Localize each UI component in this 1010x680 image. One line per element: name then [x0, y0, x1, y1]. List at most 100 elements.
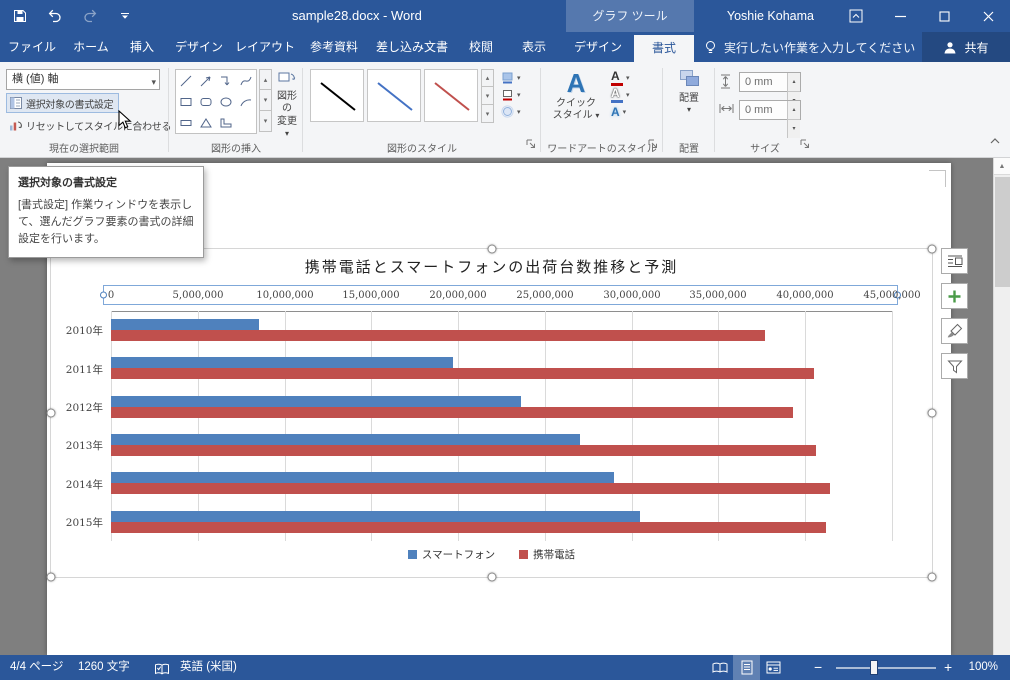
category-label[interactable]: 2010年: [51, 323, 103, 338]
tab-insert[interactable]: 挿入: [118, 32, 166, 62]
tab-design[interactable]: デザイン: [168, 32, 230, 62]
axis-tick-label[interactable]: 45,000,000: [863, 290, 920, 301]
spinner-up-icon[interactable]: ▴: [787, 73, 800, 91]
shape-rectangle-icon[interactable]: [179, 95, 193, 109]
value-axis-line[interactable]: [111, 311, 893, 312]
zoom-slider-thumb[interactable]: [870, 660, 878, 675]
chart-selection-handle[interactable]: [927, 408, 937, 418]
shape-arc-icon[interactable]: [239, 95, 253, 109]
tab-chart-design[interactable]: デザイン: [566, 32, 630, 62]
format-selection-button[interactable]: 選択対象の書式設定: [6, 93, 120, 113]
dialog-launcher-button[interactable]: [800, 136, 810, 154]
vertical-scrollbar[interactable]: ▲: [993, 158, 1010, 655]
gallery-more-icon[interactable]: ▾: [259, 111, 272, 132]
bar-スマートフォン[interactable]: [111, 472, 614, 483]
zoom-in-button[interactable]: +: [944, 655, 952, 680]
bar-スマートフォン[interactable]: [111, 319, 259, 330]
bar-スマートフォン[interactable]: [111, 511, 640, 522]
redo-button[interactable]: [80, 5, 100, 27]
shape-curve-icon[interactable]: [239, 74, 253, 88]
share-button[interactable]: 共有: [922, 32, 1010, 62]
spinner-up-icon[interactable]: ▴: [787, 101, 800, 119]
undo-button[interactable]: [45, 5, 65, 27]
shape-rounded-rectangle-icon[interactable]: [199, 95, 213, 109]
user-name[interactable]: Yoshie Kohama: [707, 9, 834, 23]
dialog-launcher-button[interactable]: [526, 136, 536, 154]
bar-携帯電話[interactable]: [111, 330, 765, 341]
axis-tick-label[interactable]: 0: [108, 290, 114, 301]
chart-selection-handle[interactable]: [46, 572, 56, 582]
shape-line-icon[interactable]: [179, 74, 193, 88]
axis-tick-label[interactable]: 35,000,000: [689, 290, 746, 301]
maximize-button[interactable]: [922, 0, 966, 32]
layout-options-button[interactable]: [941, 248, 968, 274]
tab-file[interactable]: ファイル: [2, 32, 62, 62]
chart-legend[interactable]: スマートフォン 携帯電話: [51, 547, 932, 562]
close-button[interactable]: [966, 0, 1010, 32]
axis-tick-label[interactable]: 5,000,000: [173, 290, 224, 301]
tab-layout[interactable]: レイアウト: [232, 32, 298, 62]
proofing-status-icon[interactable]: [154, 661, 170, 680]
scrollbar-thumb[interactable]: [995, 177, 1010, 287]
save-button[interactable]: [10, 5, 30, 27]
gallery-up-icon[interactable]: ▴: [481, 69, 494, 87]
tell-me-box[interactable]: 実行したい作業を入力してください: [704, 32, 915, 62]
height-spinner[interactable]: ▴▾: [787, 73, 800, 110]
category-label[interactable]: 2012年: [51, 400, 103, 415]
text-effects-button[interactable]: A ▾: [609, 103, 649, 120]
legend-item[interactable]: 携帯電話: [519, 547, 575, 562]
axis-tick-label[interactable]: 30,000,000: [603, 290, 660, 301]
ribbon-display-options-button[interactable]: [834, 0, 878, 32]
zoom-level[interactable]: 100%: [969, 655, 998, 680]
read-mode-button[interactable]: [706, 655, 733, 680]
change-shape-button[interactable]: 図形の 変更 ▾: [274, 69, 300, 141]
chart-selection-handle[interactable]: [487, 244, 496, 254]
category-label[interactable]: 2014年: [51, 477, 103, 492]
bar-携帯電話[interactable]: [111, 445, 816, 456]
chart-elements-button[interactable]: [941, 283, 968, 309]
bar-携帯電話[interactable]: [111, 483, 830, 494]
category-label[interactable]: 2011年: [51, 362, 103, 377]
chart-title[interactable]: 携帯電話とスマートフォンの出荷台数推移と予測: [51, 256, 932, 277]
shape-style-preview-3[interactable]: [424, 69, 478, 122]
zoom-out-button[interactable]: −: [814, 655, 822, 680]
reset-to-match-style-button[interactable]: リセットしてスタイルに合わせる: [6, 115, 176, 135]
shape-arrow-icon[interactable]: [199, 74, 213, 88]
axis-tick-label[interactable]: 40,000,000: [776, 290, 833, 301]
shape-effects-button[interactable]: ▾: [499, 103, 537, 120]
text-outline-button[interactable]: A ▾: [609, 86, 649, 103]
qat-customize-button[interactable]: [115, 5, 135, 27]
scrollbar-up-icon[interactable]: ▲: [994, 158, 1010, 175]
shape-outline-button[interactable]: ▾: [499, 86, 537, 103]
shape-triangle-icon[interactable]: [199, 116, 213, 130]
bar-スマートフォン[interactable]: [111, 434, 580, 445]
axis-tick-label[interactable]: 25,000,000: [516, 290, 573, 301]
category-label[interactable]: 2015年: [51, 515, 103, 530]
dialog-launcher-button[interactable]: [648, 136, 658, 154]
shape-gallery[interactable]: [175, 69, 257, 134]
wordart-quick-styles-button[interactable]: A クイック スタイル ▾: [549, 69, 603, 123]
web-layout-button[interactable]: [760, 655, 787, 680]
legend-item[interactable]: スマートフォン: [407, 547, 495, 562]
axis-selection-handle[interactable]: [100, 291, 107, 299]
print-layout-button[interactable]: [733, 655, 760, 680]
text-fill-button[interactable]: A ▾: [609, 69, 649, 86]
gallery-up-icon[interactable]: ▴: [259, 69, 272, 90]
shape-style-preview-1[interactable]: [310, 69, 364, 122]
width-spinner[interactable]: ▴ ▾: [787, 101, 800, 138]
tab-home[interactable]: ホーム: [64, 32, 118, 62]
chart-filters-button[interactable]: [941, 353, 968, 379]
tab-review[interactable]: 校閲: [456, 32, 506, 62]
chart-selection-handle[interactable]: [927, 572, 937, 582]
chart-element-combo[interactable]: 横 (値) 軸 ▾: [6, 69, 160, 90]
tab-chart-format[interactable]: 書式: [634, 35, 694, 62]
shape-oval-icon[interactable]: [219, 95, 233, 109]
page-indicator[interactable]: 4/4 ページ: [10, 655, 63, 680]
chart-selection-handle[interactable]: [927, 244, 937, 254]
shape-elbow-connector-icon[interactable]: [219, 74, 233, 88]
arrange-button[interactable]: 配置 ▾: [668, 69, 710, 115]
category-label[interactable]: 2013年: [51, 438, 103, 453]
bar-携帯電話[interactable]: [111, 368, 814, 379]
tab-mailings[interactable]: 差し込み文書: [370, 32, 454, 62]
shape-width-field[interactable]: 0 mm ▴ ▾: [739, 100, 801, 138]
